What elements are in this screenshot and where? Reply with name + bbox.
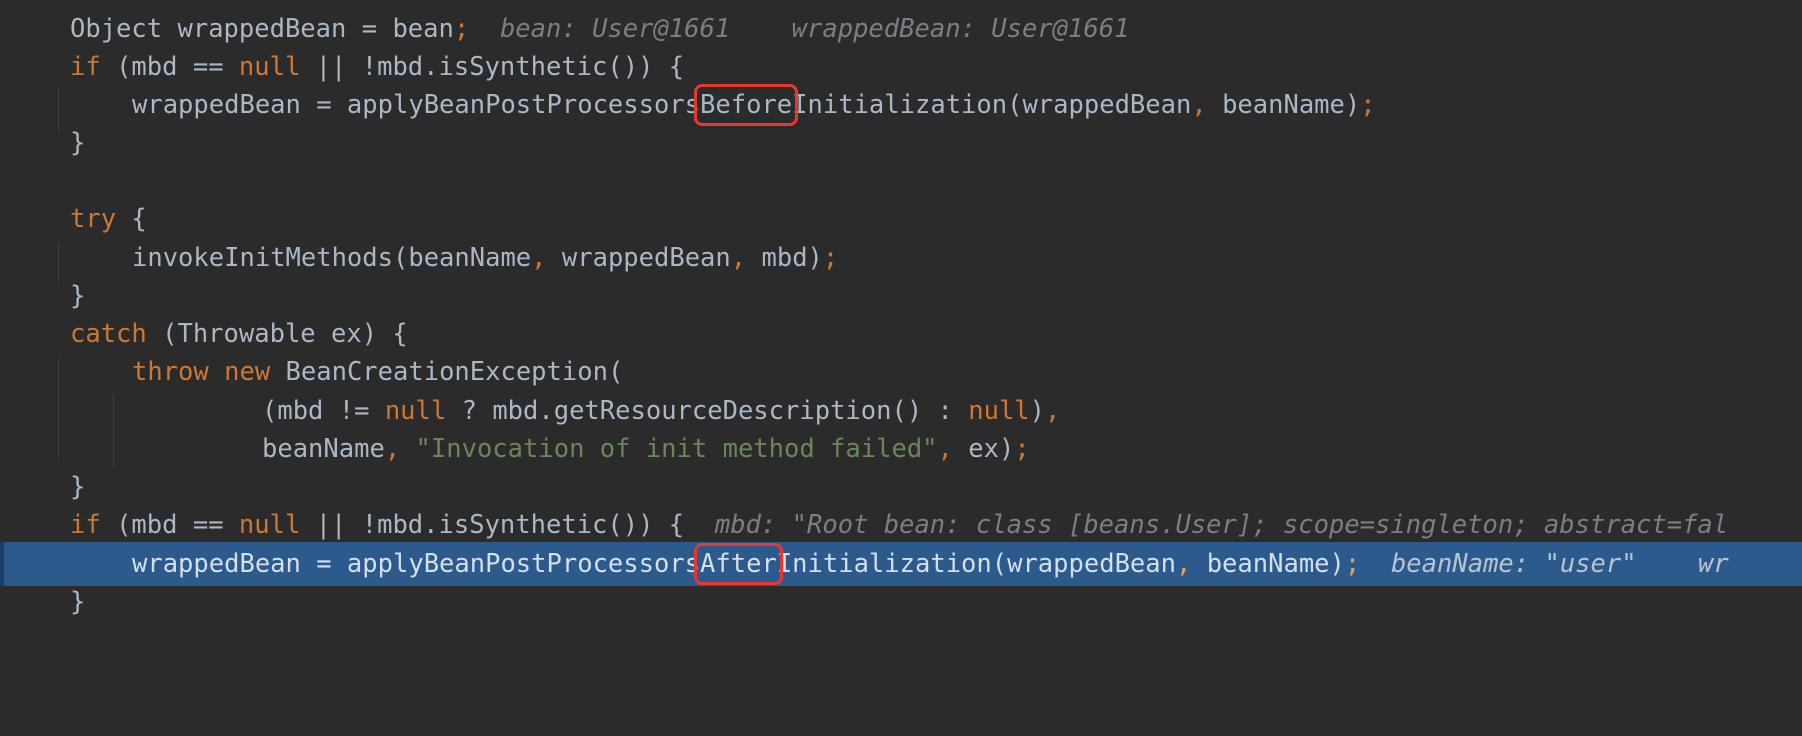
code-text: (mbd != xyxy=(262,396,370,426)
comma: , xyxy=(384,434,401,464)
code-text: wrappedBean = applyBeanPostProcessors xyxy=(132,90,701,120)
code-text: Initialization(wrappedBean xyxy=(776,549,1176,579)
inline-debug-value[interactable]: mbd: "Root bean: class [beans.User]; sco… xyxy=(715,510,1728,540)
opening-brace: { xyxy=(131,204,147,234)
keyword-new: new xyxy=(224,357,271,387)
comma: , xyxy=(531,243,547,273)
code-line-14[interactable]: if (mbd == null || !mbd.isSynthetic()) {… xyxy=(0,503,1802,547)
closing-brace: } xyxy=(70,587,86,617)
code-text: BeanCreationException( xyxy=(285,357,624,387)
keyword-null: null xyxy=(238,52,301,82)
closing-brace: } xyxy=(70,281,86,311)
keyword-catch: catch xyxy=(70,319,147,349)
string-literal: "Invocation of init method failed" xyxy=(415,434,938,464)
closing-brace: } xyxy=(70,128,86,158)
code-text: wrappedBean = applyBeanPostProcessors xyxy=(132,549,701,579)
variable: wrappedBean xyxy=(177,14,347,44)
code-text: ? mbd.getResourceDescription() : xyxy=(461,396,953,426)
inline-debug-value[interactable]: wrappedBean: User@1661 xyxy=(792,14,1130,44)
code-line-6[interactable]: try { xyxy=(0,197,1802,241)
operator: = xyxy=(361,14,378,44)
code-text: Initialization(wrappedBean xyxy=(792,90,1192,120)
keyword-if: if xyxy=(70,510,101,540)
code-text: (Throwable ex) { xyxy=(162,319,408,349)
comma: , xyxy=(730,243,747,273)
code-line-4[interactable]: } xyxy=(0,121,1802,165)
value: bean xyxy=(392,14,454,44)
code-text: beanName xyxy=(262,434,385,464)
comma: , xyxy=(937,434,953,464)
keyword-null: null xyxy=(968,396,1030,426)
code-line-16[interactable]: } xyxy=(0,580,1802,624)
closing-brace: } xyxy=(70,472,86,502)
keyword-try: try xyxy=(70,204,117,234)
semicolon: ; xyxy=(822,243,839,273)
keyword-null: null xyxy=(238,510,301,540)
keyword-null: null xyxy=(384,396,447,426)
code-editor[interactable]: Object wrappedBean = bean; bean: User@16… xyxy=(0,0,1802,736)
code-text: invokeInitMethods(beanName xyxy=(132,243,532,273)
code-text: mbd) xyxy=(761,243,823,273)
type-name: Object xyxy=(70,14,163,44)
semicolon: ; xyxy=(1344,549,1361,579)
annotation-box-before xyxy=(694,84,799,126)
semicolon: ; xyxy=(1014,434,1030,464)
keyword-throw: throw xyxy=(132,357,209,387)
inline-debug-value[interactable]: bean: User@1661 xyxy=(500,14,730,44)
semicolon: ; xyxy=(1360,90,1376,120)
code-text: ) xyxy=(1029,396,1046,426)
annotation-box-after xyxy=(694,543,783,585)
code-line-10[interactable]: throw new BeanCreationException( xyxy=(0,350,1802,394)
inline-debug-value[interactable]: beanName: "user" xyxy=(1391,549,1637,579)
comma: , xyxy=(1191,90,1207,120)
comma: , xyxy=(1045,396,1061,426)
code-text: beanName) xyxy=(1222,90,1361,120)
code-text: ex) xyxy=(968,434,1015,464)
inline-debug-value[interactable]: wr xyxy=(1698,549,1729,579)
code-text: (mbd == xyxy=(116,52,224,82)
code-text: wrappedBean xyxy=(561,243,731,273)
code-text: (mbd == xyxy=(116,510,224,540)
code-text: beanName) xyxy=(1206,549,1345,579)
code-text: || !mbd.isSynthetic()) { xyxy=(315,52,685,82)
semicolon: ; xyxy=(453,14,470,44)
code-text: || !mbd.isSynthetic()) { xyxy=(315,510,685,540)
keyword-if: if xyxy=(70,52,101,82)
comma: , xyxy=(1175,549,1192,579)
